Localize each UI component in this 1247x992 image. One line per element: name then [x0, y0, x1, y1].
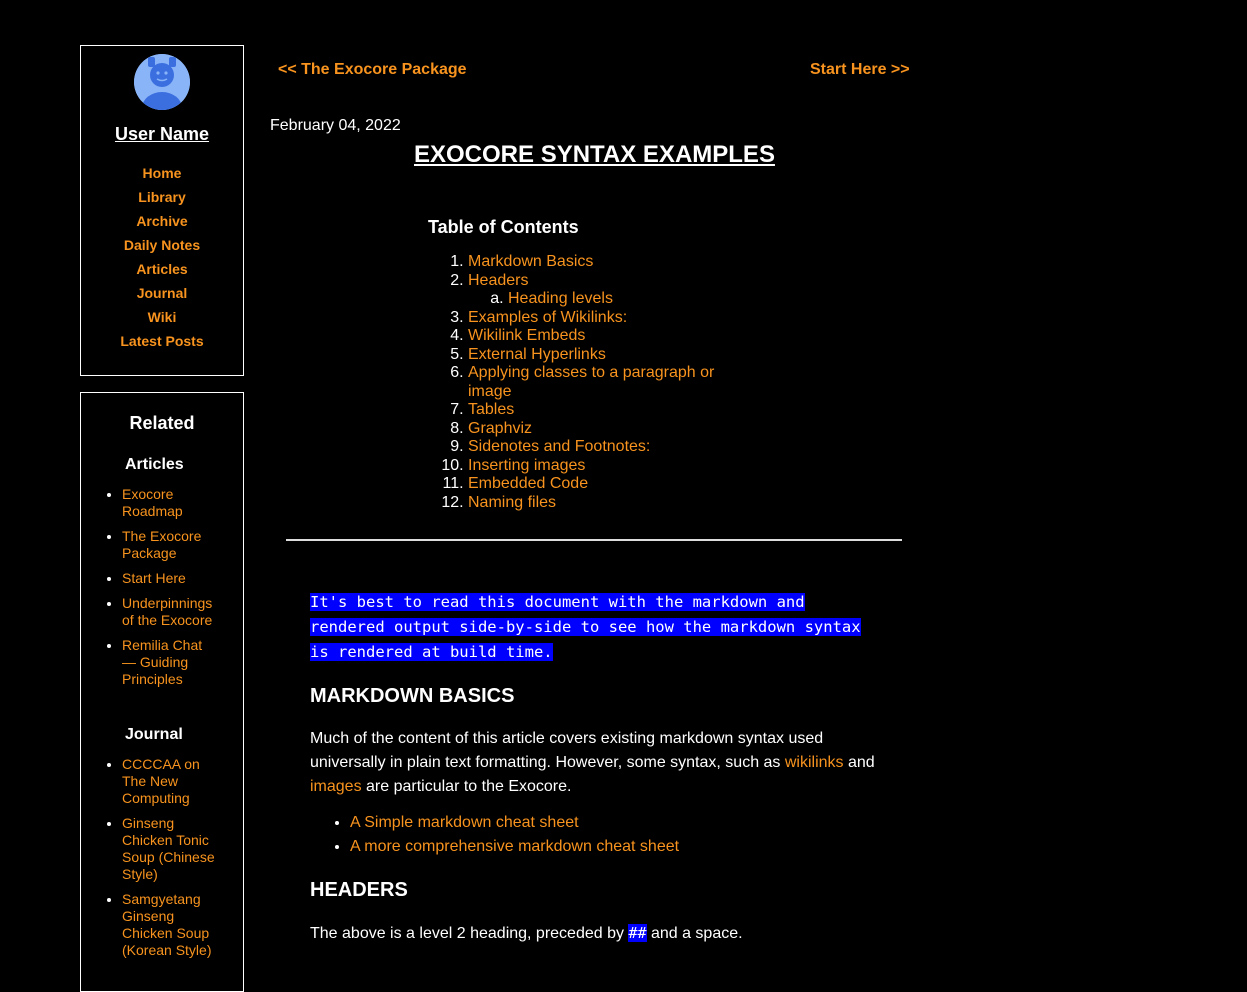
toc-link-markdown-basics[interactable]: Markdown Basics: [468, 253, 593, 270]
list-item: A more comprehensive markdown cheat shee…: [350, 835, 890, 859]
toc-subitem: Heading levels: [508, 290, 748, 309]
paragraph-text: The above is a level 2 heading, preceded…: [310, 925, 629, 942]
profile-panel: User Name Home Library Archive Daily Not…: [80, 45, 244, 376]
comprehensive-cheat-sheet-link[interactable]: A more comprehensive markdown cheat shee…: [350, 838, 679, 855]
list-item: Exocore Roadmap: [122, 486, 218, 520]
intro-code-text: It's best to read this document with the…: [310, 593, 861, 661]
toc-item: Naming files: [468, 494, 748, 513]
toc-item: Applying classes to a paragraph or image: [468, 364, 728, 401]
toc-item: Wikilink Embeds: [468, 327, 748, 346]
list-item: A Simple markdown cheat sheet: [350, 811, 890, 835]
post-date: February 04, 2022: [270, 117, 401, 134]
toc-link-embedded-code[interactable]: Embedded Code: [468, 475, 588, 492]
related-article-link[interactable]: Exocore Roadmap: [122, 486, 183, 519]
markdown-basics-heading: MARKDOWN BASICS: [310, 685, 515, 707]
headers-paragraph: The above is a level 2 heading, preceded…: [310, 921, 890, 946]
related-journal-link[interactable]: CCCCAA on The New Computing: [122, 756, 200, 806]
list-item: Remilia Chat — Guiding Principles: [122, 637, 218, 688]
toc-link-heading-levels[interactable]: Heading levels: [508, 290, 613, 307]
inline-code: ##: [628, 924, 647, 942]
simple-cheat-sheet-link[interactable]: A Simple markdown cheat sheet: [350, 814, 579, 831]
paragraph-text: Much of the content of this article cove…: [310, 730, 824, 771]
related-journal-heading: Journal: [125, 726, 183, 743]
nav-link-articles[interactable]: Articles: [136, 261, 187, 277]
nav-link-library[interactable]: Library: [138, 189, 185, 205]
toc-link-wikilink-embeds[interactable]: Wikilink Embeds: [468, 327, 585, 344]
toc-link-tables[interactable]: Tables: [468, 401, 514, 418]
related-article-link[interactable]: The Exocore Package: [122, 528, 201, 561]
avatar[interactable]: [134, 54, 190, 110]
nav-link-home[interactable]: Home: [143, 165, 182, 181]
toc-item: Embedded Code: [468, 475, 748, 494]
nav-link-archive[interactable]: Archive: [136, 213, 187, 229]
toc-title: Table of Contents: [428, 217, 579, 237]
images-link[interactable]: images: [310, 778, 362, 795]
toc-item: Examples of Wikilinks:: [468, 309, 748, 328]
toc-link-inserting-images[interactable]: Inserting images: [468, 457, 585, 474]
nav-link-daily-notes[interactable]: Daily Notes: [124, 237, 200, 253]
toc-item: Tables: [468, 401, 748, 420]
toc-item: Markdown Basics: [468, 253, 748, 272]
toc-item: Sidenotes and Footnotes:: [468, 438, 748, 457]
nav-item-library: Library: [81, 185, 243, 209]
paragraph-text: and a space.: [646, 925, 743, 942]
toc-item: External Hyperlinks: [468, 346, 748, 365]
list-item: Start Here: [122, 570, 218, 587]
nav-item-home: Home: [81, 161, 243, 185]
paragraph-text: and: [843, 754, 875, 771]
toc-link-sidenotes[interactable]: Sidenotes and Footnotes:: [468, 438, 650, 455]
related-article-link[interactable]: Underpinnings of the Exocore: [122, 595, 212, 628]
next-post-link[interactable]: Start Here >>: [810, 61, 910, 79]
related-panel: Related Articles Exocore Roadmap The Exo…: [80, 392, 244, 992]
markdown-basics-paragraph: Much of the content of this article cove…: [310, 727, 890, 799]
related-journal-link[interactable]: Ginseng Chicken Tonic Soup (Chinese Styl…: [122, 815, 215, 882]
related-journal-list: CCCCAA on The New Computing Ginseng Chic…: [81, 756, 243, 959]
main-nav: Home Library Archive Daily Notes Article…: [81, 161, 243, 353]
wikilinks-link[interactable]: wikilinks: [785, 754, 844, 771]
user-avatar-icon: [134, 54, 190, 110]
toc-item: Inserting images: [468, 457, 748, 476]
nav-item-journal: Journal: [81, 281, 243, 305]
intro-code-block: It's best to read this document with the…: [310, 590, 880, 665]
related-articles-list: Exocore Roadmap The Exocore Package Star…: [81, 486, 243, 688]
user-name-link[interactable]: User Name: [81, 124, 243, 145]
nav-item-wiki: Wiki: [81, 305, 243, 329]
toc-list: Markdown Basics Headers Heading levels E…: [428, 253, 748, 512]
page-title: EXOCORE SYNTAX EXAMPLES: [414, 141, 775, 168]
toc-link-naming-files[interactable]: Naming files: [468, 494, 556, 511]
nav-item-latest-posts: Latest Posts: [81, 329, 243, 353]
related-article-link[interactable]: Remilia Chat — Guiding Principles: [122, 637, 202, 687]
list-item: CCCCAA on The New Computing: [122, 756, 218, 807]
prev-post-link[interactable]: << The Exocore Package: [278, 61, 467, 79]
related-title: Related: [129, 413, 195, 433]
list-item: Ginseng Chicken Tonic Soup (Chinese Styl…: [122, 815, 218, 883]
nav-link-wiki[interactable]: Wiki: [148, 309, 177, 325]
nav-item-articles: Articles: [81, 257, 243, 281]
related-journal-link[interactable]: Samgyetang Ginseng Chicken Soup (Korean …: [122, 891, 211, 958]
toc-link-external-hyperlinks[interactable]: External Hyperlinks: [468, 346, 606, 363]
related-article-link[interactable]: Start Here: [122, 570, 186, 586]
nav-item-daily-notes: Daily Notes: [81, 233, 243, 257]
nav-item-archive: Archive: [81, 209, 243, 233]
cheat-sheet-list: A Simple markdown cheat sheet A more com…: [310, 811, 890, 859]
related-articles-heading: Articles: [125, 456, 184, 473]
toc-sublist: Heading levels: [468, 290, 748, 309]
divider: [286, 539, 902, 541]
toc-link-graphviz[interactable]: Graphviz: [468, 420, 532, 437]
article-body: It's best to read this document with the…: [310, 590, 890, 946]
nav-link-latest-posts[interactable]: Latest Posts: [120, 333, 203, 349]
table-of-contents: Table of Contents Markdown Basics Header…: [428, 217, 748, 512]
list-item: Samgyetang Ginseng Chicken Soup (Korean …: [122, 891, 218, 959]
toc-item: Headers Heading levels: [468, 272, 748, 309]
headers-heading: HEADERS: [310, 879, 408, 901]
paragraph-text: are particular to the Exocore.: [361, 778, 572, 795]
toc-item: Graphviz: [468, 420, 748, 439]
toc-link-wikilinks[interactable]: Examples of Wikilinks:: [468, 309, 627, 326]
nav-link-journal[interactable]: Journal: [137, 285, 188, 301]
toc-link-headers[interactable]: Headers: [468, 272, 528, 289]
toc-link-applying-classes[interactable]: Applying classes to a paragraph or image: [468, 364, 714, 400]
list-item: Underpinnings of the Exocore: [122, 595, 218, 629]
list-item: The Exocore Package: [122, 528, 218, 562]
